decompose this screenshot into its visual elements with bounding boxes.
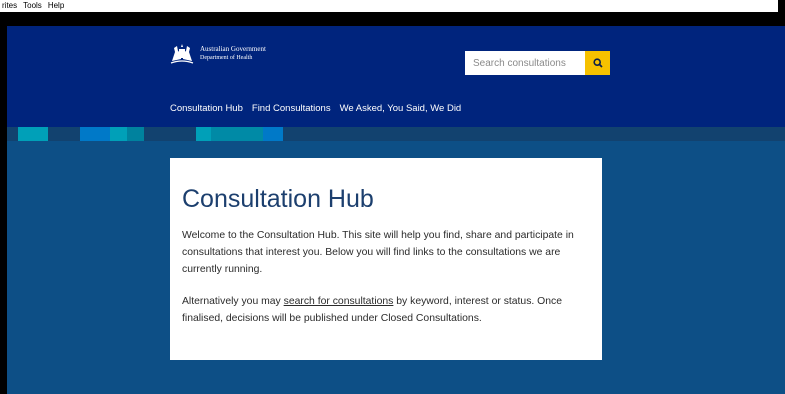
- decorative-stripe: [7, 127, 785, 141]
- coat-of-arms-icon: [170, 44, 194, 64]
- nav-we-asked-you-said-we-did[interactable]: We Asked, You Said, We Did: [340, 103, 462, 114]
- welcome-card: Consultation Hub Welcome to the Consulta…: [170, 158, 602, 360]
- australian-government-logo[interactable]: Australian Government Department of Heal…: [169, 43, 266, 65]
- alt-prefix-text: Alternatively you may: [182, 296, 284, 307]
- search-icon: [592, 58, 603, 68]
- logo-line-government: Australian Government: [200, 45, 266, 53]
- intro-paragraph: Welcome to the Consultation Hub. This si…: [182, 230, 574, 275]
- page-content: Australian Government Department of Heal…: [7, 26, 785, 394]
- stripe-block: [211, 127, 263, 141]
- logo-text: Australian Government Department of Heal…: [200, 45, 266, 63]
- stripe-block: [196, 127, 211, 141]
- menu-tools[interactable]: Tools: [23, 0, 42, 12]
- search-box: [465, 51, 610, 75]
- stripe-block: [80, 127, 110, 141]
- browser-window: rites Tools Help Australian Government D…: [0, 0, 785, 394]
- menu-help[interactable]: Help: [48, 0, 64, 12]
- browser-menu-bar: rites Tools Help: [0, 0, 778, 12]
- search-input[interactable]: [465, 51, 585, 75]
- stripe-block: [127, 127, 144, 141]
- nav-find-consultations[interactable]: Find Consultations: [252, 103, 331, 114]
- main-navigation: Consultation Hub Find Consultations We A…: [170, 103, 461, 114]
- menu-favorites[interactable]: rites: [2, 0, 17, 12]
- stripe-block: [263, 127, 283, 141]
- alternative-paragraph: Alternatively you may search for consult…: [182, 293, 586, 327]
- search-button[interactable]: [585, 51, 610, 75]
- nav-consultation-hub[interactable]: Consultation Hub: [170, 103, 243, 114]
- site-header: Australian Government Department of Heal…: [7, 26, 785, 127]
- stripe-block: [18, 127, 48, 141]
- page-title: Consultation Hub: [182, 185, 374, 213]
- stripe-block: [110, 127, 127, 141]
- search-consultations-link[interactable]: search for consultations: [284, 296, 394, 307]
- logo-line-department: Department of Health: [200, 55, 253, 61]
